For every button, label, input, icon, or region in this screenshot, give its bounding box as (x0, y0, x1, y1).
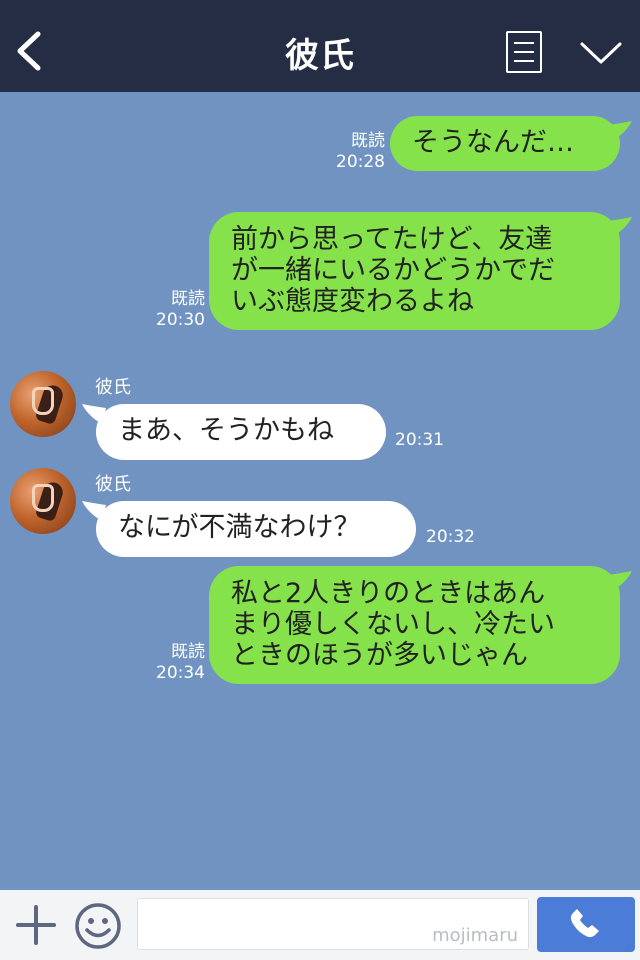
read-receipt: 既読 (351, 131, 385, 151)
message-line: ときのほうが多いじゃん (231, 640, 528, 671)
read-receipt: 既読 (171, 642, 205, 662)
add-button[interactable] (15, 904, 57, 946)
emoji-button[interactable] (74, 902, 122, 950)
message-meta: 既読 20:34 (150, 642, 205, 684)
sender-name: 彼氏 (95, 377, 131, 398)
message-text: まあ、そうかもね (118, 415, 334, 446)
bubble-tail (608, 217, 632, 237)
watermark-text: mojimaru (432, 925, 518, 946)
chevron-down-icon (580, 42, 622, 64)
phone-icon (570, 909, 599, 938)
message-input[interactable]: mojimaru (137, 898, 529, 950)
message-time: 20:30 (156, 310, 205, 330)
input-bar: mojimaru (0, 890, 640, 960)
message-time: 20:34 (156, 663, 205, 683)
notes-icon-line (514, 60, 534, 62)
read-receipt: 既読 (171, 289, 205, 309)
message-meta: 既読 20:28 (330, 131, 385, 173)
message-bubble-mine[interactable]: 私と2人きりのときはあん まり優しくないし、冷たい ときのほうが多いじゃん (209, 566, 620, 684)
chat-header: 彼氏 (0, 0, 640, 92)
sender-name: 彼氏 (95, 474, 131, 495)
message-bubble-theirs[interactable]: なにが不満なわけ？ (96, 501, 416, 557)
notes-button[interactable] (506, 31, 542, 73)
message-line: いぶ態度変わるよね (231, 286, 474, 317)
notes-icon-line (514, 51, 534, 53)
avatar[interactable] (10, 468, 76, 534)
message-bubble-mine[interactable]: そうなんだ… (390, 116, 620, 171)
message-meta: 既読 20:30 (150, 289, 205, 331)
notes-icon-line (514, 42, 534, 44)
bubble-tail (608, 121, 632, 141)
message-text: そうなんだ… (412, 127, 574, 158)
message-line: が一緒にいるかどうかでだ (231, 255, 555, 286)
message-time: 20:31 (395, 430, 444, 450)
avatar[interactable] (10, 371, 76, 437)
message-bubble-theirs[interactable]: まあ、そうかもね (96, 404, 386, 460)
plus-icon (16, 905, 56, 945)
message-time: 20:32 (426, 527, 475, 547)
call-button[interactable] (537, 897, 635, 952)
message-line: 私と2人きりのときはあん (231, 578, 546, 609)
smiley-icon (75, 903, 121, 949)
message-time: 20:28 (336, 152, 385, 172)
bubble-tail (608, 571, 632, 591)
message-line: まり優しくないし、冷たい (231, 609, 555, 640)
dropdown-button[interactable] (579, 40, 623, 66)
chat-title: 彼氏 (285, 36, 355, 76)
message-line: 前から思ってたけど、友達 (231, 224, 553, 255)
message-bubble-mine[interactable]: 前から思ってたけど、友達 が一緒にいるかどうかでだ いぶ態度変わるよね (209, 212, 620, 330)
message-text: なにが不満なわけ？ (118, 512, 361, 543)
